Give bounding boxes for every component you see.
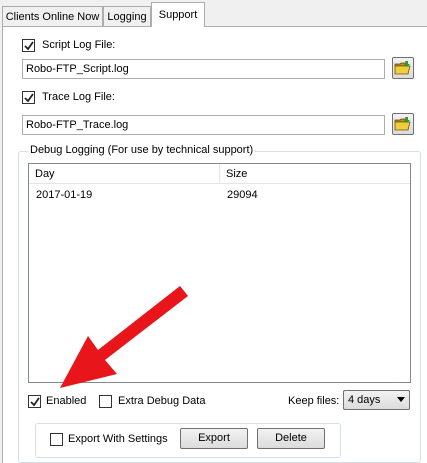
folder-open-icon [394, 61, 411, 75]
export-with-settings-label: Export With Settings [68, 433, 168, 445]
cell-size: 29094 [227, 189, 258, 201]
checkmark-icon [30, 397, 40, 407]
trace-log-file-input[interactable]: Robo-FTP_Trace.log [22, 115, 385, 135]
trace-log-checkbox[interactable] [22, 91, 35, 104]
extra-debug-data-label: Extra Debug Data [118, 395, 206, 407]
enabled-label: Enabled [46, 395, 87, 407]
script-log-checkbox[interactable] [22, 39, 35, 52]
table-row[interactable]: 2017-01-19 29094 [29, 186, 410, 204]
enabled-checkbox[interactable] [28, 395, 41, 408]
checkmark-icon [24, 93, 34, 103]
trace-log-label: Trace Log File: [42, 91, 115, 103]
export-button[interactable]: Export [180, 428, 248, 449]
export-with-settings-checkbox[interactable] [50, 433, 63, 446]
keep-files-value: 4 days [348, 394, 381, 406]
column-header-day[interactable]: Day [29, 164, 220, 184]
extra-debug-data-checkbox[interactable] [99, 395, 112, 408]
folder-open-icon [394, 117, 411, 131]
red-arrow-annotation [60, 286, 188, 388]
script-log-file-input[interactable]: Robo-FTP_Script.log [22, 59, 385, 79]
trace-log-browse-button[interactable] [392, 113, 414, 135]
column-header-size[interactable]: Size [220, 164, 410, 184]
delete-button[interactable]: Delete [257, 428, 325, 449]
dropdown-arrow-icon [397, 397, 405, 402]
cell-day: 2017-01-19 [36, 189, 93, 201]
tab-logging[interactable]: Logging [103, 6, 151, 26]
tab-support[interactable]: Support [151, 2, 205, 27]
script-log-label: Script Log File: [42, 39, 116, 51]
keep-files-label: Keep files: [288, 395, 340, 407]
script-log-browse-button[interactable] [392, 57, 414, 79]
debug-logging-title: Debug Logging (For use by technical supp… [28, 144, 256, 156]
keep-files-select[interactable]: 4 days [343, 390, 410, 410]
checkmark-icon [24, 41, 34, 51]
tab-clients-online-now[interactable]: Clients Online Now [2, 6, 103, 26]
